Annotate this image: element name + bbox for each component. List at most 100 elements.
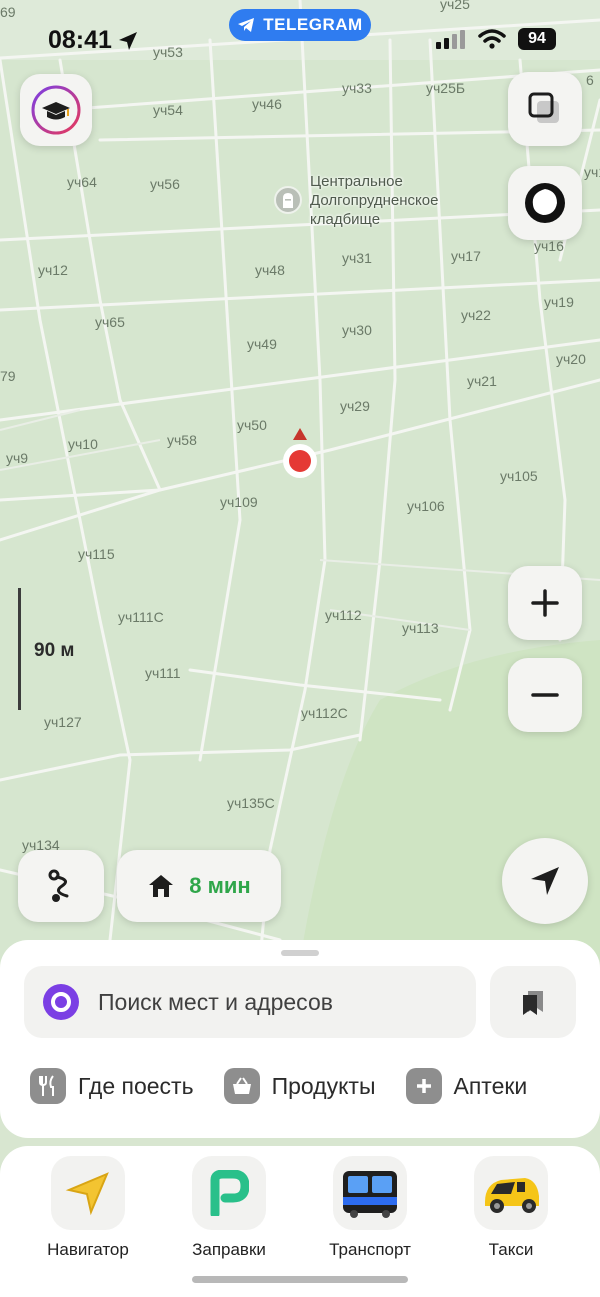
service-navigator[interactable]: Навигатор — [28, 1156, 148, 1260]
plot-label: уч54 — [153, 102, 183, 118]
plot-label: уч31 — [342, 250, 372, 266]
plot-label: уч112С — [301, 705, 348, 721]
home-eta: 8 мин — [189, 873, 251, 898]
alice-assistant-button[interactable] — [508, 166, 582, 240]
plot-label: уч109 — [220, 494, 258, 510]
fork-knife-icon — [30, 1068, 66, 1104]
plot-label: 6 — [586, 72, 594, 88]
route-button[interactable] — [18, 850, 104, 922]
plot-label: уч64 — [67, 174, 97, 190]
plot-label: уч50 — [237, 417, 267, 433]
alice-icon — [525, 183, 565, 223]
layers-icon — [528, 92, 559, 123]
plot-label: уч48 — [255, 262, 285, 278]
services-dock: Навигатор Заправки Транспорт Такси — [0, 1146, 600, 1297]
status-time: 08:41 — [48, 26, 138, 55]
plot-label: уч111С — [118, 609, 164, 625]
fuel-p-icon — [210, 1170, 249, 1216]
home-icon — [149, 875, 174, 897]
plot-label: уч111 — [145, 665, 181, 681]
category-groceries[interactable]: Продукты — [223, 1068, 376, 1104]
route-home-button[interactable]: 8 мин — [117, 850, 281, 922]
plot-label: уч113 — [402, 620, 439, 636]
plot-label: уч33 — [342, 80, 372, 96]
cemetery-poi[interactable]: Центральное Долгопрудненское кладбище — [274, 172, 438, 229]
navigator-arrow-icon — [65, 1172, 109, 1216]
plot-label: уч46 — [252, 96, 282, 112]
plot-label: уч106 — [407, 498, 445, 514]
category-chips: Где поесть Продукты Аптеки — [30, 1068, 527, 1104]
service-tile — [51, 1156, 125, 1230]
cemetery-label: Центральное Долгопрудненское кладбище — [310, 173, 439, 228]
taxi-icon — [485, 1178, 539, 1213]
profile-avatar-button[interactable] — [20, 74, 92, 146]
scale-bar — [18, 588, 21, 710]
service-fuel[interactable]: Заправки — [169, 1156, 289, 1260]
plot-label: уч25Б — [426, 80, 466, 96]
plot-label: 79 — [0, 368, 16, 384]
search-field[interactable]: Поиск мест и адресов — [24, 966, 476, 1038]
category-food[interactable]: Где поесть — [30, 1068, 194, 1104]
basket-icon — [223, 1068, 260, 1104]
service-label: Транспорт — [329, 1240, 411, 1259]
bus-icon — [343, 1171, 397, 1218]
wifi-icon — [478, 29, 506, 49]
service-tile — [474, 1156, 548, 1230]
plot-label: уч105 — [500, 468, 538, 484]
plot-label: уч65 — [95, 314, 125, 330]
service-tile — [333, 1156, 407, 1230]
telegram-icon — [238, 18, 255, 32]
alice-search-icon — [43, 984, 79, 1020]
plot-label: уч21 — [467, 373, 497, 389]
category-pharmacy[interactable]: Аптеки — [405, 1068, 528, 1104]
my-location-button[interactable] — [502, 838, 588, 924]
minus-icon — [531, 693, 559, 697]
zoom-in-button[interactable] — [508, 566, 582, 640]
plot-label: уч135С — [227, 795, 275, 811]
plot-label: уч112 — [325, 607, 362, 623]
bookmarks-icon — [523, 991, 543, 1015]
map-layers-button[interactable] — [508, 72, 582, 146]
plot-label: уч115 — [78, 546, 115, 562]
plot-label: уч16 — [534, 238, 564, 254]
plus-cross-icon — [405, 1068, 442, 1104]
category-label: Где поесть — [78, 1072, 194, 1099]
service-label: Заправки — [192, 1240, 266, 1259]
plot-label: уч58 — [167, 432, 197, 448]
plot-label: уч127 — [44, 714, 82, 730]
home-indicator[interactable] — [192, 1276, 408, 1283]
graduation-cap-icon — [31, 85, 81, 135]
plot-label: уч29 — [340, 398, 370, 414]
sheet-grabber[interactable] — [281, 950, 319, 956]
bottom-sheet: Поиск мест и адресов Где поесть Продукты… — [0, 940, 600, 1138]
plot-label: уч10 — [68, 436, 98, 452]
service-tile — [192, 1156, 266, 1230]
service-taxi[interactable]: Такси — [451, 1156, 571, 1260]
category-label: Продукты — [271, 1072, 376, 1099]
category-label: Аптеки — [453, 1072, 528, 1099]
back-to-app-button[interactable]: TELEGRAM — [229, 9, 371, 41]
plot-label: уч22 — [461, 307, 491, 323]
plot-label: уч19 — [544, 294, 574, 310]
search-placeholder: Поиск мест и адресов — [98, 988, 333, 1015]
plot-label: уч30 — [342, 322, 372, 338]
signal-icon — [436, 30, 465, 49]
cemetery-icon — [274, 186, 302, 214]
service-label: Такси — [488, 1240, 534, 1259]
navigation-arrow-icon — [531, 867, 559, 895]
scale-label: 90 м — [34, 640, 75, 661]
plot-label: уч17 — [451, 248, 481, 264]
status-bar: 08:41 TELEGRAM 94 — [0, 0, 600, 60]
plot-label: уч49 — [247, 336, 277, 352]
route-icon — [48, 869, 69, 902]
plot-label: уч12 — [38, 262, 68, 278]
map-view[interactable]: уч25 уч53 уч54 уч46 уч33 уч25Б уч64 уч56… — [0, 0, 600, 960]
plot-label: уч9 — [6, 450, 29, 466]
zoom-out-button[interactable] — [508, 658, 582, 732]
battery-indicator: 94 — [518, 28, 556, 50]
bookmarks-button[interactable] — [490, 966, 576, 1038]
plot-label: уч13 — [584, 164, 600, 180]
service-transport[interactable]: Транспорт — [310, 1156, 430, 1260]
location-pin[interactable] — [280, 426, 320, 482]
service-label: Навигатор — [47, 1240, 129, 1259]
